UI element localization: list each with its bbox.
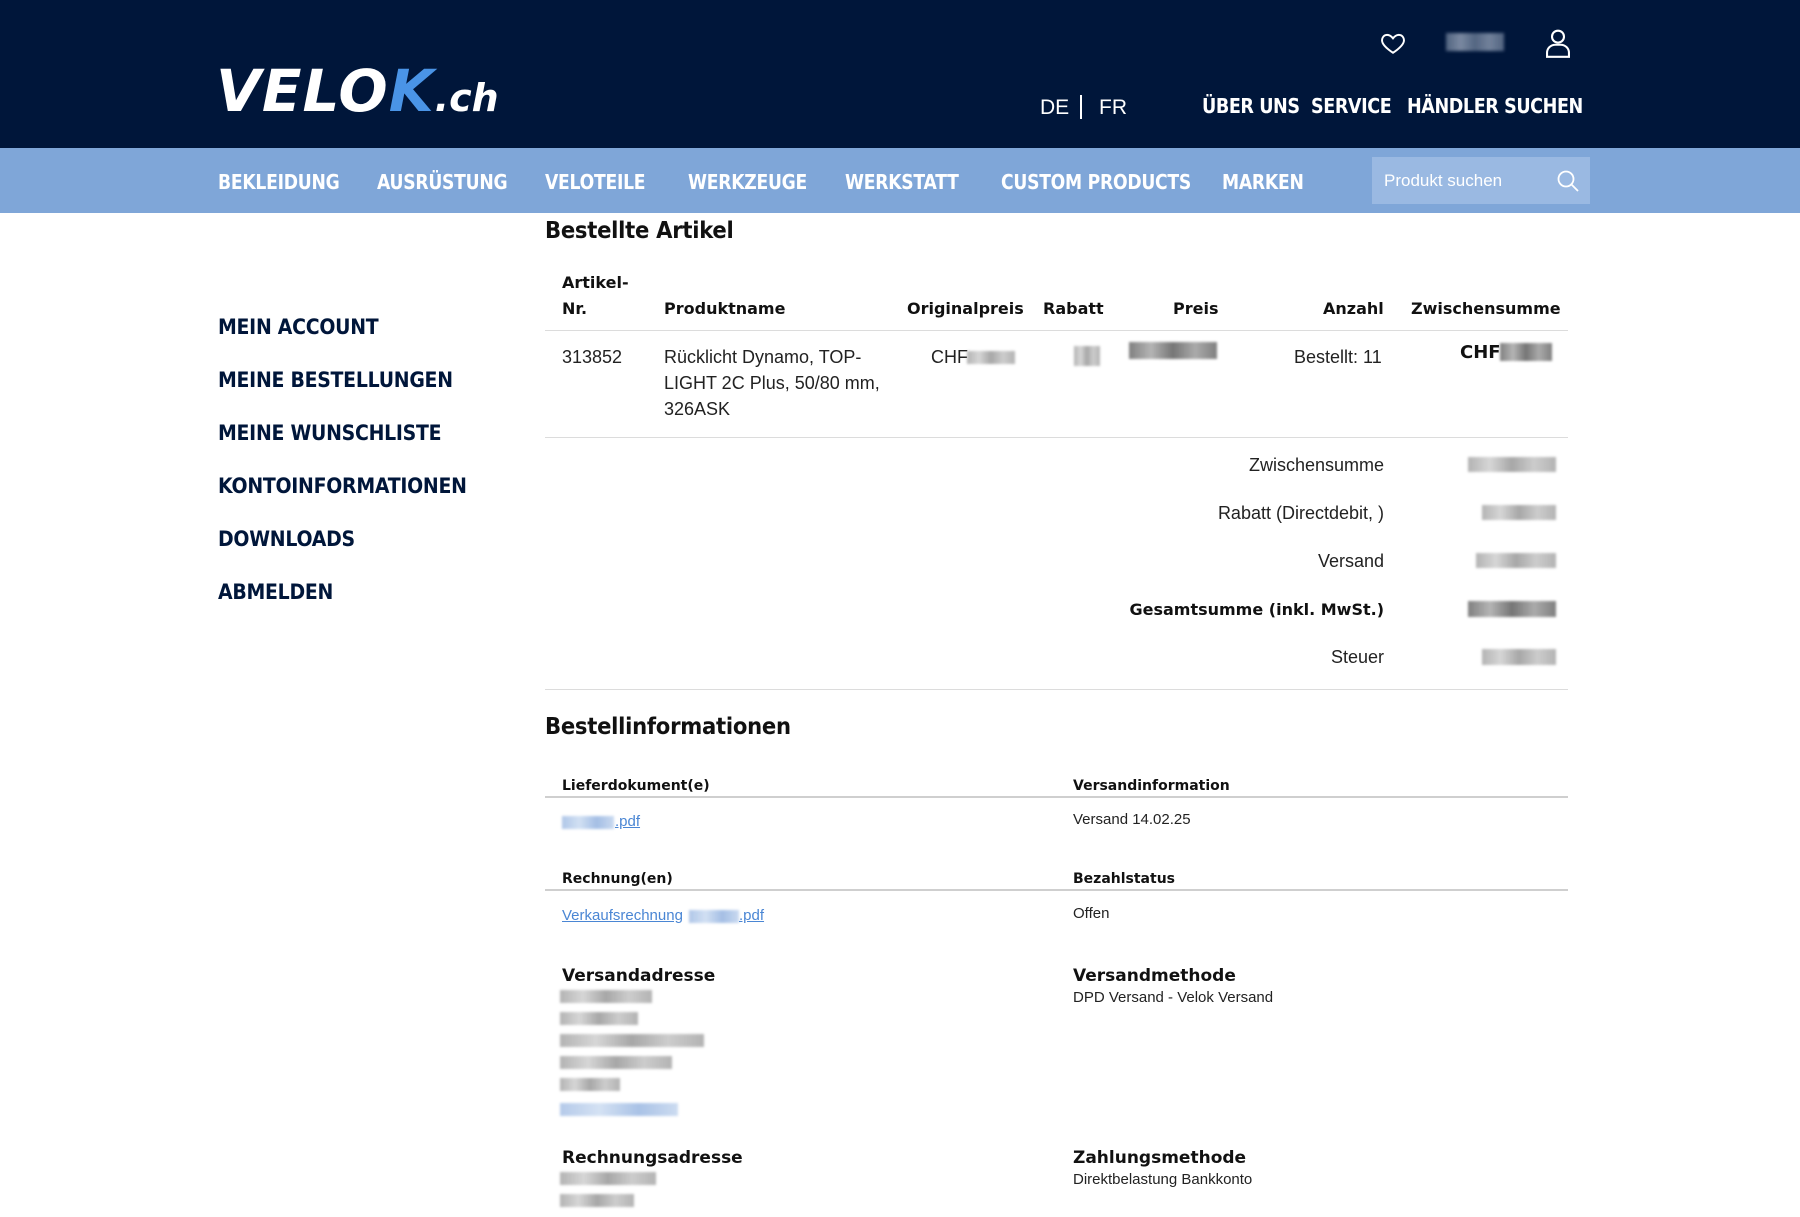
category-bekleidung[interactable]: BEKLEIDUNG [218, 170, 340, 194]
sidebar-item-abmelden[interactable]: ABMELDEN [218, 580, 333, 604]
item-original-price-currency: CHF [931, 347, 968, 367]
nav-ueber-uns[interactable]: ÜBER UNS [1202, 94, 1300, 118]
sidebar-item-mein-account[interactable]: MEIN ACCOUNT [218, 315, 379, 339]
column-sku-line1: Artikel- [562, 273, 629, 292]
totals-shipping-redacted [1476, 553, 1556, 568]
delivery-doc-name-redacted[interactable] [562, 816, 614, 829]
info-divider-1 [545, 796, 1568, 798]
nav-service[interactable]: SERVICE [1311, 94, 1392, 118]
totals-discount-label: Rabatt (Directdebit, ) [1217, 503, 1384, 523]
invoice-link-suffix[interactable]: .pdf [739, 907, 764, 924]
billing-address-label: Rechnungsadresse [562, 1148, 743, 1168]
payment-method-value: Direktbelastung Bankkonto [1073, 1171, 1253, 1188]
invoice-number-redacted[interactable] [689, 910, 739, 923]
language-separator [1080, 95, 1082, 119]
search-icon[interactable] [1556, 169, 1580, 193]
search-input[interactable] [1384, 157, 1554, 204]
order-info-title: Bestellinformationen [545, 714, 791, 740]
sidebar-item-kontoinformationen[interactable]: KONTOINFORMATIONEN [218, 474, 467, 498]
category-ausruestung[interactable]: AUSRÜSTUNG [377, 170, 508, 194]
column-discount: Rabatt [1043, 299, 1104, 318]
heart-icon[interactable] [1380, 30, 1406, 56]
shipping-info-label: Versandinformation [1073, 778, 1230, 794]
column-sku-line2: Nr. [562, 299, 588, 318]
language-de[interactable]: DE [1040, 96, 1069, 120]
language-fr[interactable]: FR [1099, 96, 1127, 120]
category-custom-products[interactable]: CUSTOM PRODUCTS [1001, 170, 1191, 194]
totals-shipping-label: Versand [1317, 551, 1384, 571]
billing-address-line-redacted [560, 1172, 656, 1185]
velok-logo[interactable]: VELOK.ch [216, 62, 499, 120]
column-subtotal: Zwischensumme [1411, 299, 1561, 318]
column-price: Preis [1173, 299, 1219, 318]
shipping-address-line-redacted [560, 1012, 638, 1025]
totals-tax-redacted [1482, 649, 1556, 665]
item-subtotal-currency: CHF [1460, 342, 1501, 363]
delivery-docs-label: Lieferdokument(e) [562, 778, 710, 794]
ordered-items-title: Bestellte Artikel [545, 218, 734, 244]
shipping-address-phone-redacted [560, 1103, 678, 1116]
table-row-divider [545, 437, 1568, 438]
table-header-divider [545, 330, 1568, 331]
shipping-address-label: Versandadresse [562, 966, 716, 986]
totals-grand-total-label: Gesamtsumme (inkl. MwSt.) [1129, 600, 1384, 619]
totals-subtotal-redacted [1468, 457, 1556, 472]
category-veloteile[interactable]: VELOTEILE [545, 170, 646, 194]
item-price-redacted [1129, 342, 1217, 359]
shipping-info-value: Versand 14.02.25 [1073, 811, 1191, 828]
item-quantity: Bestellt: 11 [1294, 347, 1382, 367]
category-werkzeuge[interactable]: WERKZEUGE [688, 170, 807, 194]
account-name-redacted[interactable] [1446, 33, 1504, 51]
item-name-line2[interactable]: LIGHT 2C Plus, 50/80 mm, [664, 373, 880, 394]
category-marken[interactable]: MARKEN [1222, 170, 1304, 194]
sidebar-item-meine-bestellungen[interactable]: MEINE BESTELLUNGEN [218, 368, 453, 392]
item-sku: 313852 [562, 347, 623, 367]
billing-address-line-redacted [560, 1194, 634, 1207]
totals-subtotal-label: Zwischensumme [1248, 455, 1384, 475]
search-box [1372, 157, 1590, 204]
sidebar-item-meine-wunschliste[interactable]: MEINE WUNSCHLISTE [218, 421, 442, 445]
column-quantity: Anzahl [1323, 299, 1384, 318]
totals-tax-label: Steuer [1330, 647, 1384, 667]
delivery-doc-suffix[interactable]: .pdf [615, 813, 640, 830]
shipping-address-line-redacted [560, 990, 652, 1003]
payment-method-label: Zahlungsmethode [1073, 1148, 1247, 1168]
info-divider-2 [545, 889, 1568, 891]
item-name-line3[interactable]: 326ASK [664, 399, 730, 420]
item-name-line1[interactable]: Rücklicht Dynamo, TOP- [664, 347, 861, 368]
shipping-address-line-redacted [560, 1034, 704, 1047]
shipping-address-line-redacted [560, 1056, 672, 1069]
item-subtotal-redacted [1500, 343, 1552, 361]
column-original-price: Originalpreis [907, 299, 1024, 318]
invoices-label: Rechnung(en) [562, 871, 673, 887]
shipping-address-line-redacted [560, 1078, 620, 1091]
column-product-name: Produktname [664, 299, 786, 318]
payment-status-label: Bezahlstatus [1073, 871, 1175, 887]
totals-grand-total-redacted [1468, 601, 1556, 617]
category-werkstatt[interactable]: WERKSTATT [845, 170, 959, 194]
item-original-price-redacted [967, 351, 1015, 364]
sidebar-item-downloads[interactable]: DOWNLOADS [218, 527, 355, 551]
totals-discount-redacted [1482, 505, 1556, 520]
invoice-link-prefix[interactable]: Verkaufsrechnung [562, 907, 683, 924]
shipping-method-label: Versandmethode [1073, 966, 1236, 986]
item-discount-redacted [1074, 346, 1100, 366]
shipping-method-value: DPD Versand - Velok Versand [1073, 989, 1274, 1006]
nav-haendler-suchen[interactable]: HÄNDLER SUCHEN [1407, 94, 1583, 118]
payment-status-value: Offen [1073, 905, 1110, 922]
totals-divider [545, 689, 1568, 690]
user-icon[interactable] [1544, 28, 1572, 58]
